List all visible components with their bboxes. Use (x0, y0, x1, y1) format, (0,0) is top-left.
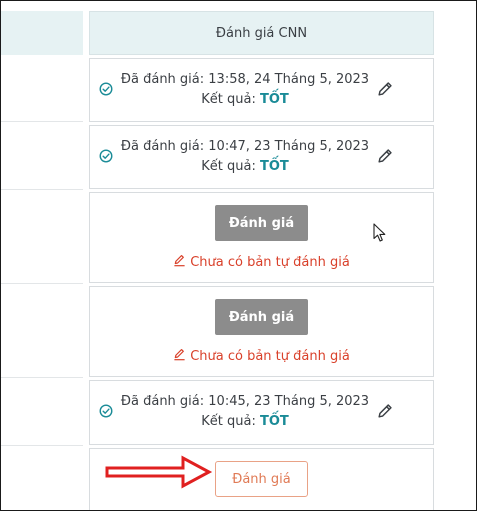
screenshot-frame: Đánh giá CNN Đã đánh giá: 13:58, 24 Thán… (0, 0, 477, 511)
left-column-partial (1, 1, 83, 510)
check-circle-icon (99, 82, 113, 96)
check-circle-icon (99, 404, 113, 418)
pencil-icon[interactable] (376, 80, 394, 98)
result-line: Kết quả: TỐT (120, 159, 370, 174)
pencil-icon[interactable] (376, 402, 394, 420)
evaluated-datetime: 10:47, 23 Tháng 5, 2023 (208, 139, 370, 154)
evaluate-button-disabled[interactable]: Đánh giá (215, 299, 308, 335)
evaluated-datetime: 13:58, 24 Tháng 5, 2023 (208, 72, 370, 87)
mouse-cursor-icon (373, 223, 386, 242)
left-row-divider (1, 121, 83, 122)
result-value: TỐT (259, 414, 289, 429)
no-self-assessment-warning: Chưa có bản tự đánh giá (90, 254, 433, 270)
left-column-header (1, 11, 83, 55)
edit-note-icon (174, 348, 185, 361)
evaluated-datetime: 10:45, 23 Tháng 5, 2023 (208, 394, 370, 409)
evaluated-line: Đã đánh giá: 10:45, 23 Tháng 5, 2023 (120, 394, 370, 409)
left-row-divider (1, 445, 83, 446)
evaluated-line: Đã đánh giá: 13:58, 24 Tháng 5, 2023 (120, 72, 370, 87)
evaluated-label: Đã đánh giá: (120, 139, 205, 154)
evaluated-label: Đã đánh giá: (120, 394, 205, 409)
left-row-divider (1, 283, 83, 284)
arrow-right-icon (105, 455, 213, 489)
pencil-icon[interactable] (376, 147, 394, 165)
column-header-label: Đánh giá CNN (215, 25, 308, 41)
result-label: Kết quả: (201, 159, 256, 174)
left-row-divider (1, 189, 83, 190)
result-label: Kết quả: (201, 92, 256, 107)
evaluation-cell: Đã đánh giá: 13:58, 24 Tháng 5, 2023 Kết… (89, 58, 434, 122)
result-line: Kết quả: TỐT (120, 414, 370, 429)
result-line: Kết quả: TỐT (120, 92, 370, 107)
evaluate-button[interactable]: Đánh giá (215, 461, 308, 497)
result-value: TỐT (259, 159, 289, 174)
warning-text: Chưa có bản tự đánh giá (190, 349, 350, 364)
edit-note-icon (174, 254, 185, 267)
evaluation-cell: Đã đánh giá: 10:45, 23 Tháng 5, 2023 Kết… (89, 380, 434, 445)
result-label: Kết quả: (201, 414, 256, 429)
evaluated-line: Đã đánh giá: 10:47, 23 Tháng 5, 2023 (120, 139, 370, 154)
left-row-divider (1, 377, 83, 378)
evaluation-cell: Đánh giá Chưa có bản tự đánh giá (89, 286, 434, 377)
no-self-assessment-warning: Chưa có bản tự đánh giá (90, 348, 433, 364)
warning-text: Chưa có bản tự đánh giá (190, 255, 350, 270)
column-header-danh-gia-cnn: Đánh giá CNN (89, 11, 434, 55)
result-value: TỐT (259, 92, 289, 107)
check-circle-icon (99, 149, 113, 163)
evaluation-cell: Đã đánh giá: 10:47, 23 Tháng 5, 2023 Kết… (89, 125, 434, 189)
evaluated-label: Đã đánh giá: (120, 72, 205, 87)
evaluate-button-disabled[interactable]: Đánh giá (215, 205, 308, 241)
